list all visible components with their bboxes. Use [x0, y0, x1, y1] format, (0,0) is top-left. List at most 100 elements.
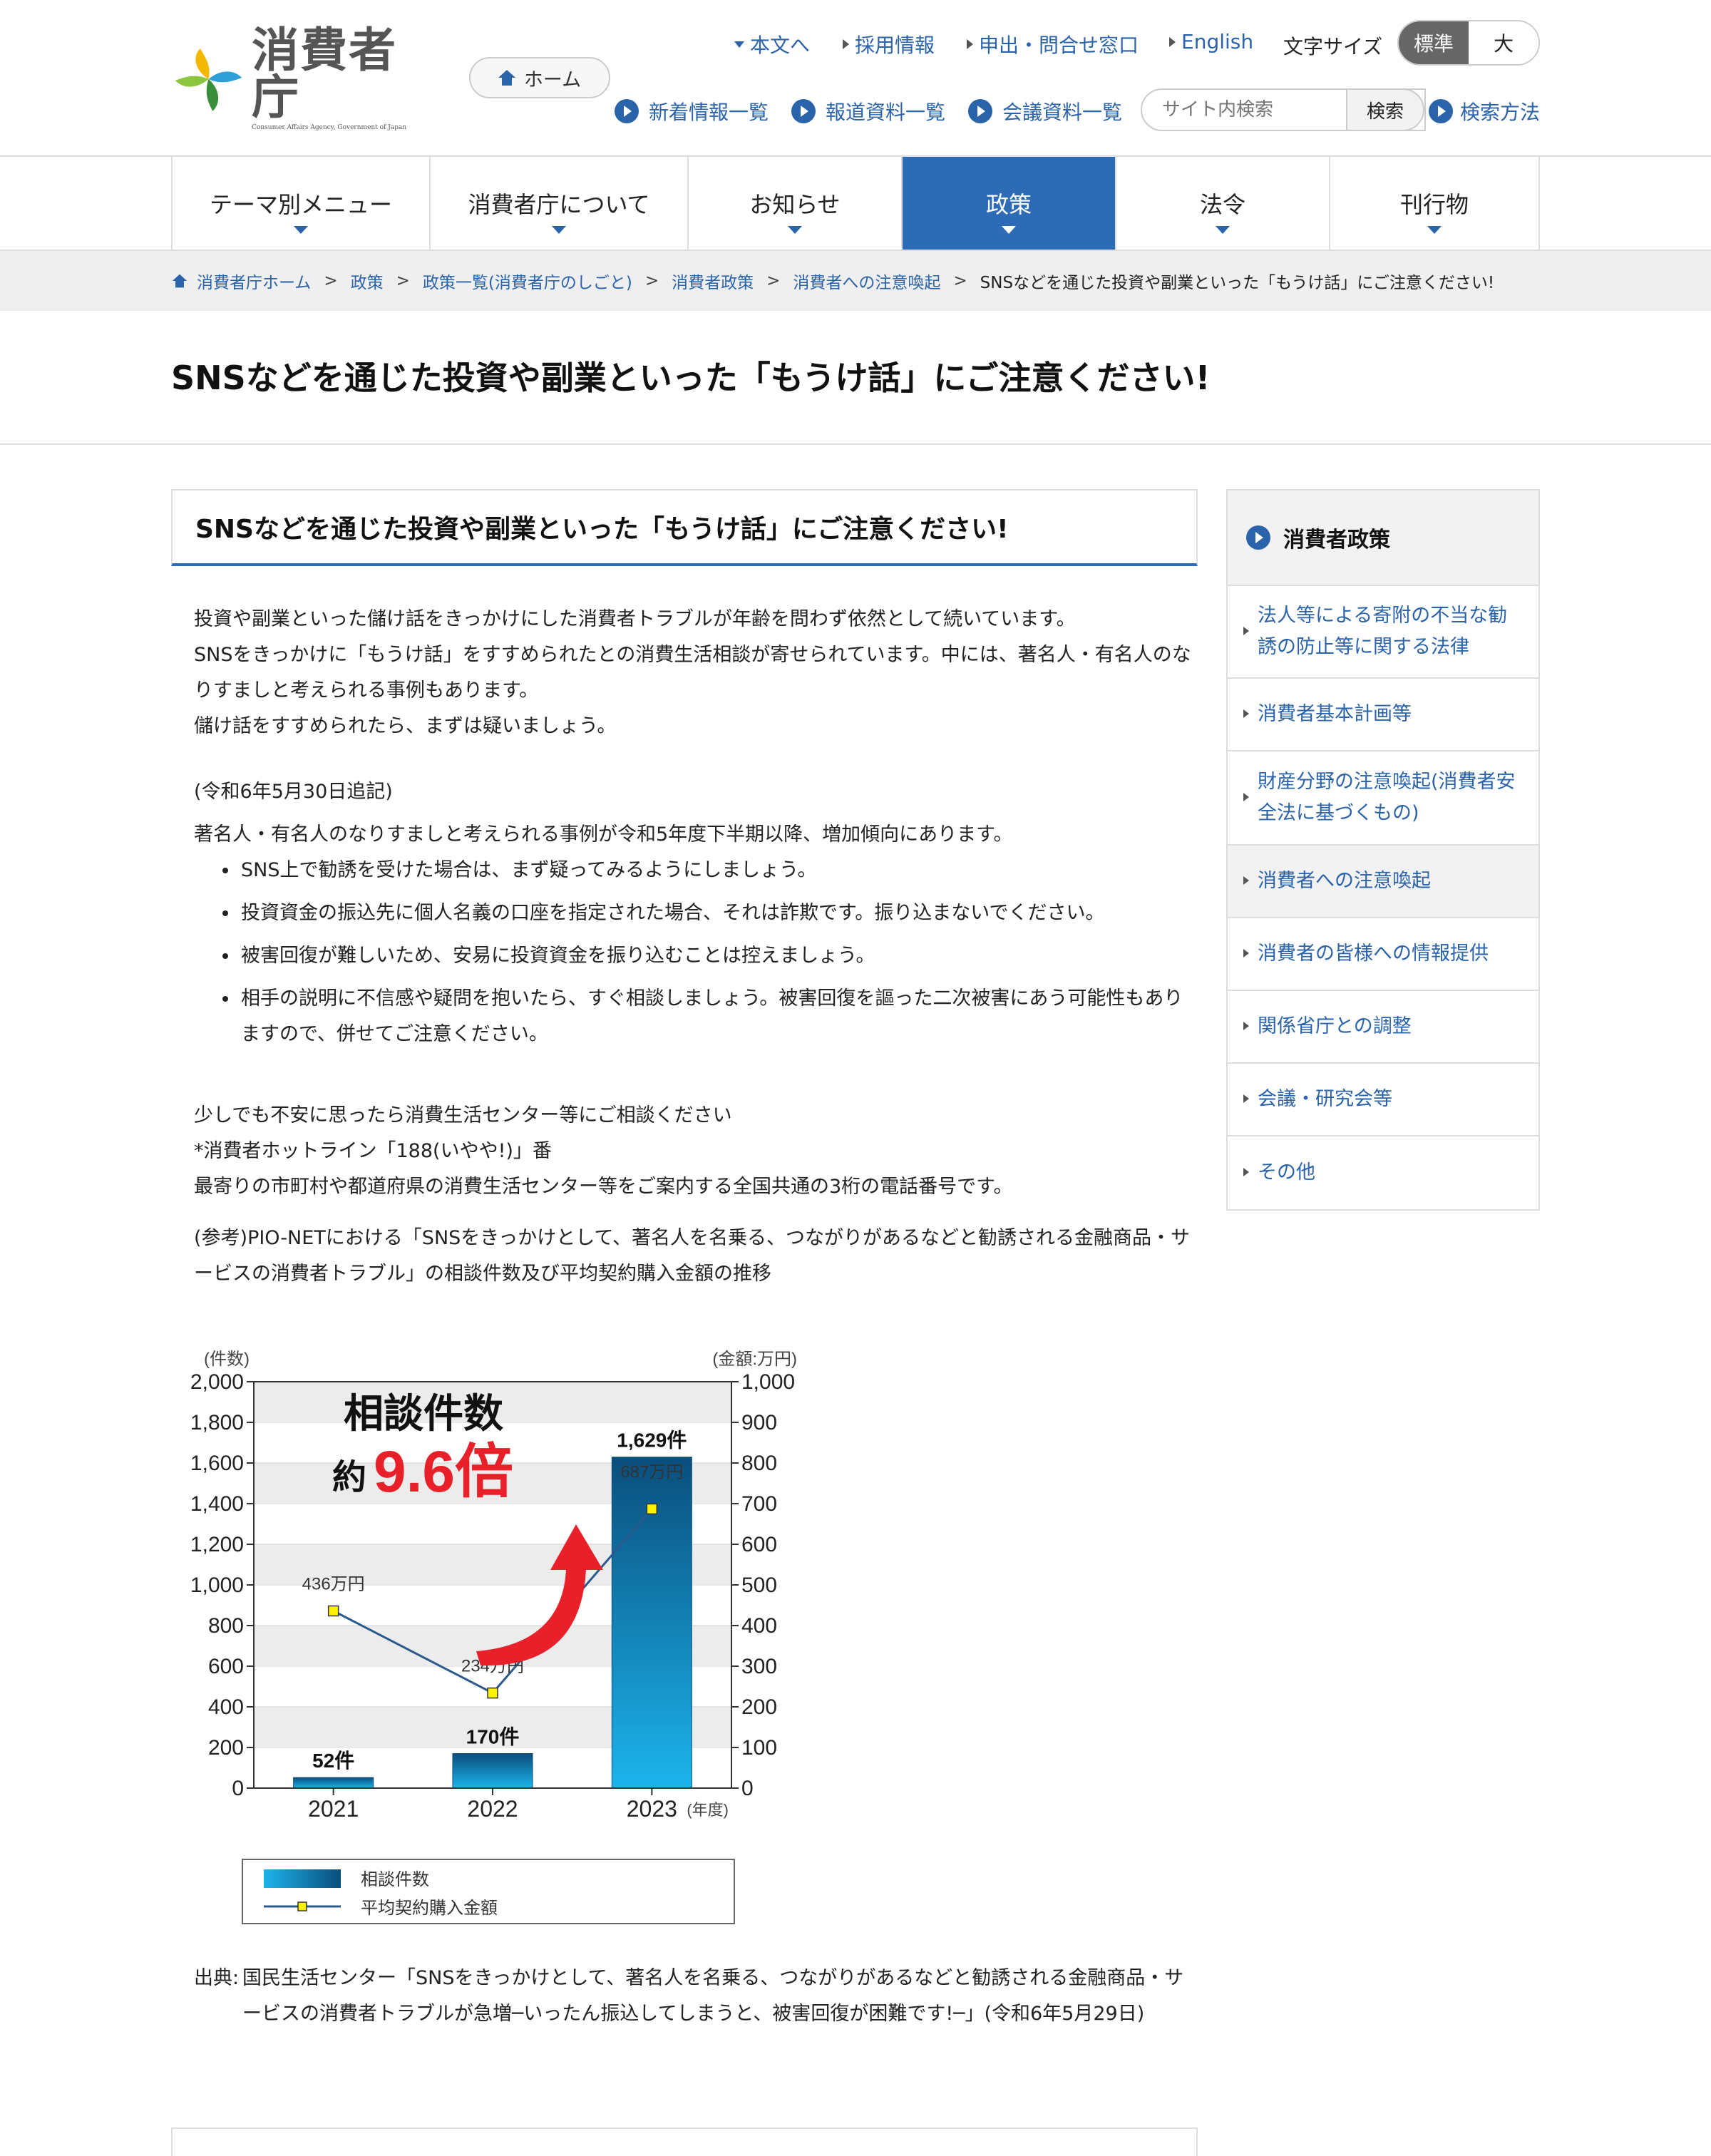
recruitment-link[interactable]: 採用情報	[843, 30, 935, 58]
list-item: SNS上で勧誘を受けた場合は、まず疑ってみるようにしましょう。	[222, 853, 1192, 888]
nav-policy[interactable]: 政策	[903, 157, 1116, 250]
y-tick-label-left: 400	[208, 1695, 244, 1719]
x-tick-label: 2021	[308, 1796, 359, 1822]
x-tick-label: 2022	[467, 1796, 518, 1822]
added-text: 著名人・有名人のなりすましと考えられる事例が令和5年度下半期以降、増加傾向にあり…	[194, 823, 1013, 846]
sidebar-title: 消費者政策	[1283, 528, 1390, 553]
intro-line: 投資や副業といった儲け話をきっかけにした消費者トラブルが年齢を問わず依然として続…	[194, 608, 1076, 630]
news-list-label: 新着情報一覧	[649, 101, 769, 124]
arrow-right-icon	[1169, 36, 1176, 47]
sidebar-item-consumer-alerts[interactable]: 消費者への注意喚起	[1228, 846, 1538, 918]
circle-arrow-icon	[791, 99, 816, 123]
line-point	[646, 1503, 658, 1515]
y-tick-label-left: 600	[208, 1655, 244, 1678]
logo-text: 消費者庁	[252, 23, 398, 125]
font-size-toggle: 標準 大	[1397, 20, 1540, 66]
chart-legend: 相談件数平均契約購入金額	[242, 1859, 735, 1924]
reference-line: (参考)PIO-NETにおける「SNSをきっかけとして、著名人を名乗る、つながり…	[194, 1227, 1191, 1285]
english-link[interactable]: English	[1169, 30, 1253, 53]
home-icon	[498, 70, 515, 86]
news-list-link[interactable]: 新着情報一覧	[615, 97, 769, 125]
intro-text: 投資や副業といった儲け話をきっかけにした消費者トラブルが年齢を問わず依然として続…	[194, 602, 1192, 744]
sidebar-item-property-alerts[interactable]: 財産分野の注意喚起(消費者安全法に基づくもの)	[1228, 751, 1538, 846]
line-value-label: 687万円	[620, 1462, 683, 1482]
nav-label: 政策	[985, 191, 1032, 218]
breadcrumb-item[interactable]: 政策一覧(消費者庁のしごと)	[423, 269, 632, 293]
press-list-link[interactable]: 報道資料一覧	[791, 97, 945, 125]
line-value-label: 436万円	[302, 1574, 365, 1593]
divider	[0, 443, 1711, 445]
x-tick-label: 2023	[627, 1796, 677, 1822]
chevron-down-icon	[788, 226, 802, 234]
chevron-down-icon	[1427, 226, 1442, 234]
sidebar-item-info[interactable]: 消費者の皆様への情報提供	[1228, 918, 1538, 991]
home-button[interactable]: ホーム	[469, 57, 610, 98]
breadcrumb-item[interactable]: 消費者への注意喚起	[793, 269, 940, 293]
search-help-link[interactable]: 検索方法	[1429, 97, 1540, 125]
circle-arrow-icon	[968, 99, 992, 123]
y-tick-label-right: 1,000	[741, 1370, 795, 1394]
nav-label: お知らせ	[749, 191, 841, 218]
sidebar-item-meetings[interactable]: 会議・研究会等	[1228, 1064, 1538, 1136]
breadcrumb-separator: >	[324, 272, 338, 290]
legend-swatch-bar	[264, 1869, 341, 1888]
breadcrumb-item[interactable]: 政策	[351, 269, 384, 293]
meeting-list-link[interactable]: 会議資料一覧	[968, 97, 1122, 125]
nav-theme-menu[interactable]: テーマ別メニュー	[173, 157, 431, 250]
x-axis-unit: (年度)	[687, 1801, 729, 1819]
nav-label: 法令	[1199, 191, 1245, 218]
arrow-right-icon	[1243, 1022, 1249, 1030]
arrow-right-icon	[1243, 876, 1249, 885]
nav-laws[interactable]: 法令	[1116, 157, 1330, 250]
recruitment-label: 採用情報	[855, 34, 935, 57]
arrow-right-icon	[1243, 949, 1249, 958]
meeting-list-label: 会議資料一覧	[1002, 101, 1123, 124]
breadcrumb-item[interactable]: 消費者政策	[672, 269, 754, 293]
nav-news[interactable]: お知らせ	[689, 157, 903, 250]
line-point	[487, 1687, 498, 1699]
page-title: SNSなどを通じた投資や副業といった「もうけ話」にご注意ください!	[171, 359, 1211, 397]
sidebar-item-other[interactable]: その他	[1228, 1136, 1538, 1209]
inquiry-label: 申出・問合せ窓口	[979, 34, 1139, 57]
arrow-right-icon	[1243, 793, 1249, 801]
font-size-standard-button[interactable]: 標準	[1399, 21, 1469, 64]
sidebar-item-basic-plan[interactable]: 消費者基本計画等	[1228, 679, 1538, 751]
sidebar-item-coordination[interactable]: 関係省庁との調整	[1228, 991, 1538, 1064]
english-label: English	[1181, 30, 1254, 53]
nav-label: 消費者庁について	[468, 191, 650, 218]
search-button[interactable]: 検索	[1346, 88, 1424, 131]
sidebar-heading: 消費者政策	[1228, 491, 1538, 586]
y-tick-label-left: 1,600	[190, 1452, 244, 1475]
y-tick-label-left: 1,200	[190, 1533, 244, 1556]
annotation-value: 9.6倍	[374, 1439, 513, 1504]
line-point	[327, 1605, 339, 1617]
font-size-large-button[interactable]: 大	[1469, 21, 1538, 64]
home-button-label: ホーム	[523, 68, 582, 91]
main-content: SNSなどを通じた投資や副業といった「もうけ話」にご注意ください! 投資や副業と…	[171, 489, 1198, 2156]
site-logo[interactable]: 消費者庁 Consumer Affairs Agency, Government…	[170, 27, 441, 131]
inquiry-link[interactable]: 申出・問合せ窓口	[967, 30, 1139, 58]
nav-publications[interactable]: 刊行物	[1330, 157, 1540, 250]
chevron-down-icon	[734, 41, 744, 48]
nav-about[interactable]: 消費者庁について	[431, 157, 689, 250]
annotation-heading: 相談件数	[344, 1391, 503, 1436]
y-tick-label-left: 800	[208, 1614, 244, 1638]
list-item: 被害回復が難しいため、安易に投資資金を振り込むことは控えましょう。	[222, 938, 1192, 974]
skip-to-content-link[interactable]: 本文へ	[734, 30, 810, 58]
legend-swatch-point	[297, 1901, 307, 1911]
consult-text: 少しでも不安に思ったら消費生活センター等にご相談ください *消費者ホットライン「…	[194, 1098, 1192, 1205]
bar-value-label: 170件	[466, 1726, 520, 1748]
y-tick-label-right: 500	[741, 1574, 777, 1597]
press-list-label: 報道資料一覧	[826, 101, 946, 124]
sidebar-item-donation-law[interactable]: 法人等による寄附の不当な勧誘の防止等に関する法律	[1228, 586, 1538, 679]
consult-line: *消費者ホットライン「188(いやや!)」番	[194, 1140, 552, 1162]
arrow-right-icon	[967, 39, 973, 49]
list-item: 投資資金の振込先に個人名義の口座を指定された場合、それは詐欺です。振り込まないで…	[222, 895, 1192, 931]
chevron-down-icon	[552, 226, 566, 234]
chevron-down-icon	[294, 226, 308, 234]
global-nav: テーマ別メニュー 消費者庁について お知らせ 政策 法令 刊行物	[0, 155, 1711, 251]
breadcrumb-home[interactable]: 消費者庁ホーム	[197, 269, 311, 293]
sidebar-item-label: その他	[1258, 1161, 1315, 1184]
reference-text: (参考)PIO-NETにおける「SNSをきっかけとして、著名人を名乗る、つながり…	[194, 1221, 1192, 1292]
y-tick-label-right: 600	[741, 1533, 777, 1556]
